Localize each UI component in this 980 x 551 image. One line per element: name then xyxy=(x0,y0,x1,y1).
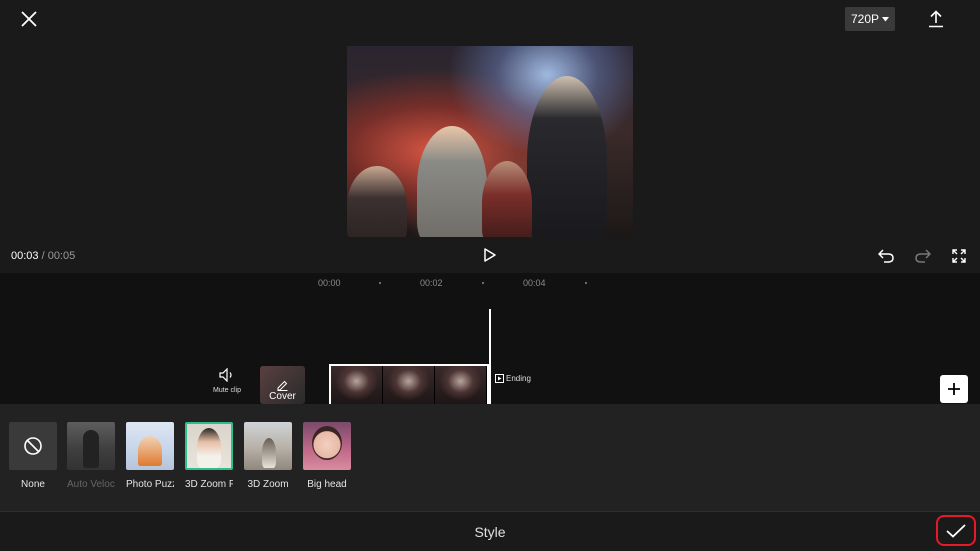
cover-label: Cover xyxy=(269,391,296,402)
effect-3d-zoom-pro[interactable]: 3D Zoom Pr... xyxy=(185,422,233,490)
mute-clip-button[interactable]: Mute clip xyxy=(206,367,248,394)
pencil-icon xyxy=(277,380,288,391)
mute-clip-label: Mute clip xyxy=(212,387,241,394)
effect-label: 3D Zoom Pr... xyxy=(185,479,233,490)
speaker-icon xyxy=(219,367,232,383)
cover-button[interactable]: Cover xyxy=(260,366,305,404)
play-icon xyxy=(484,248,496,262)
close-button[interactable] xyxy=(18,8,40,30)
effect-label: Big head xyxy=(307,479,347,490)
upload-icon xyxy=(929,10,943,28)
export-button[interactable] xyxy=(924,8,948,30)
dancer-figure xyxy=(417,126,487,237)
clip-frame xyxy=(435,366,487,404)
effect-auto-velocity[interactable]: Auto Veloc... xyxy=(67,422,115,490)
time-display: 00:03 / 00:05 xyxy=(11,250,75,262)
playhead[interactable] xyxy=(489,309,491,405)
play-button[interactable] xyxy=(480,245,500,265)
effect-thumb xyxy=(67,422,115,470)
crowd-figure xyxy=(482,161,532,237)
plus-icon xyxy=(948,383,960,395)
effect-thumb xyxy=(244,422,292,470)
effect-none[interactable]: None xyxy=(9,422,57,490)
checkmark-icon xyxy=(946,523,966,538)
fullscreen-icon xyxy=(952,249,966,263)
ruler-label: 00:04 xyxy=(523,278,546,288)
current-time: 00:03 xyxy=(11,250,39,262)
effect-thumb xyxy=(9,422,57,470)
ending-play-icon xyxy=(495,374,504,383)
video-clip-track[interactable] xyxy=(329,364,489,404)
ruler-dot xyxy=(585,282,587,284)
undo-button[interactable] xyxy=(876,246,896,266)
redo-icon xyxy=(915,249,931,263)
ending-clip[interactable]: Ending xyxy=(495,374,531,383)
effect-thumb xyxy=(126,422,174,470)
ruler-label: 00:02 xyxy=(420,278,443,288)
video-preview[interactable] xyxy=(347,46,633,237)
effect-photo-puzzle[interactable]: Photo Puzz... xyxy=(126,422,174,490)
total-time: / 00:05 xyxy=(38,250,76,262)
confirm-button[interactable] xyxy=(936,515,976,546)
clip-frame xyxy=(383,366,435,404)
prohibited-icon xyxy=(24,437,42,455)
ruler-label: 00:00 xyxy=(318,278,341,288)
caret-down-icon xyxy=(882,16,890,21)
effect-label: Auto Veloc... xyxy=(67,479,115,490)
close-icon xyxy=(21,11,37,27)
resolution-dropdown[interactable]: 720P xyxy=(845,7,895,31)
add-clip-button[interactable] xyxy=(940,375,968,403)
effect-label: Photo Puzz... xyxy=(126,479,174,490)
panel-title: Style xyxy=(474,524,506,540)
fullscreen-button[interactable] xyxy=(949,246,969,266)
dancer-figure xyxy=(527,76,607,237)
clip-frame xyxy=(331,366,383,404)
top-bar xyxy=(0,0,980,40)
effect-label: 3D Zoom xyxy=(247,479,289,490)
ending-label: Ending xyxy=(506,374,531,383)
effect-big-head[interactable]: Big head xyxy=(303,422,351,490)
effect-thumb-selected xyxy=(185,422,233,470)
effect-3d-zoom[interactable]: 3D Zoom xyxy=(244,422,292,490)
ruler-dot xyxy=(379,282,381,284)
effect-thumb xyxy=(303,422,351,470)
effect-label: None xyxy=(21,479,45,490)
crowd-figure xyxy=(347,166,407,237)
redo-button[interactable] xyxy=(913,246,933,266)
undo-icon xyxy=(878,249,894,263)
resolution-label: 720P xyxy=(850,12,880,26)
ruler-dot xyxy=(482,282,484,284)
